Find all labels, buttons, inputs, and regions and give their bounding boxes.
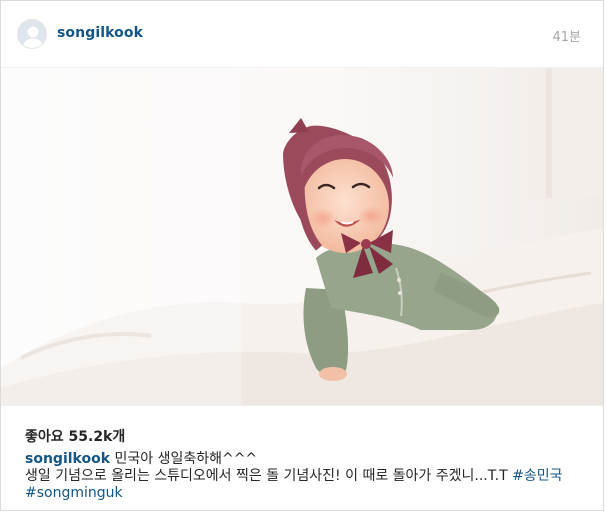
- post-photo[interactable]: [1, 68, 603, 405]
- post-card: songilkook 41분 좋아요 55.2k개 songilkook 민국아…: [0, 0, 604, 511]
- post-caption: songilkook 민국아 생일축하해^^^ 생일 기념으로 올리는 스튜디오…: [25, 451, 585, 502]
- hashtag-link[interactable]: #송민국: [512, 468, 562, 484]
- post-username[interactable]: songilkook: [57, 25, 143, 41]
- post-header: songilkook 41분: [1, 1, 603, 68]
- caption-line2: 생일 기념으로 올리는 스튜디오에서 찍은 돌 기념사진! 이 때로 돌아가 주…: [25, 468, 508, 484]
- caption-username[interactable]: songilkook: [25, 451, 110, 467]
- post-meta: 좋아요 55.2k개 songilkook 민국아 생일축하해^^^ 생일 기념…: [1, 405, 603, 512]
- caption-line1: 민국아 생일축하해^^^: [114, 451, 258, 467]
- likes-count[interactable]: 좋아요 55.2k개: [25, 426, 125, 446]
- hashtag-link[interactable]: #songminguk: [25, 485, 123, 501]
- post-timestamp[interactable]: 41분: [552, 26, 581, 45]
- baby-photo-image: [1, 68, 603, 405]
- avatar[interactable]: [17, 19, 47, 49]
- default-profile-icon: [18, 20, 46, 48]
